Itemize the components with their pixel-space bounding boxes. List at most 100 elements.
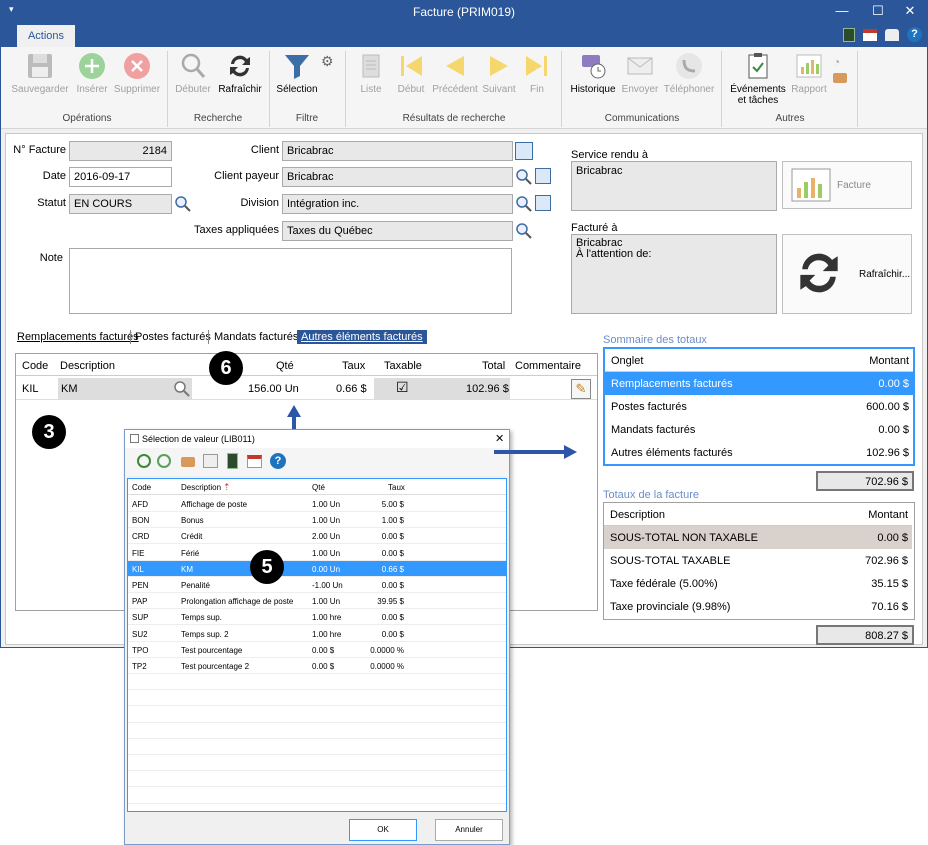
list-item[interactable]: KIL KM 0.00 Un 0.66 $ bbox=[128, 560, 506, 577]
col-qty[interactable]: Qté bbox=[312, 483, 325, 492]
lock-icon[interactable] bbox=[885, 29, 899, 41]
close-icon[interactable]: ✕ bbox=[895, 3, 925, 19]
toolbox-icon[interactable] bbox=[833, 73, 847, 83]
calendar-icon[interactable] bbox=[247, 455, 262, 468]
phone-button[interactable]: Téléphoner bbox=[661, 51, 717, 95]
taxes-field[interactable]: Taxes du Québec bbox=[282, 221, 513, 241]
service-field[interactable]: Bricabrac bbox=[571, 161, 777, 211]
maximize-icon[interactable]: ☐ bbox=[863, 3, 893, 19]
tab-posts[interactable]: Postes facturés bbox=[135, 331, 211, 343]
next-icon bbox=[490, 56, 508, 76]
note-textarea[interactable] bbox=[69, 248, 512, 314]
list-item[interactable]: PEN Penalité -1.00 Un 0.00 $ bbox=[128, 577, 506, 593]
summary-row-mandates[interactable]: Mandats facturés 0.00 $ bbox=[605, 418, 913, 441]
list-item bbox=[128, 674, 506, 691]
invoice-report-button[interactable]: Facture bbox=[782, 161, 912, 209]
previous-button[interactable]: Précédent bbox=[431, 51, 479, 95]
list-button[interactable]: Liste bbox=[353, 51, 389, 95]
table-row[interactable]: KIL KM 156.00 Un 0.66 $ ☑ 102.96 $ ✎ bbox=[16, 377, 597, 400]
list-item[interactable]: AFD Affichage de poste 1.00 Un 5.00 $ bbox=[128, 496, 506, 512]
tab-replacements[interactable]: Remplacements facturés bbox=[17, 331, 139, 343]
summary-row-replacements[interactable]: Remplacements facturés 0.00 $ bbox=[605, 372, 913, 395]
save-button[interactable]: Sauvegarder bbox=[9, 51, 71, 95]
delete-button[interactable]: Supprimer bbox=[111, 51, 163, 95]
search-next-icon[interactable] bbox=[157, 454, 171, 468]
list-item[interactable]: CRD Crédit 2.00 Un 0.00 $ bbox=[128, 528, 506, 545]
tab-mandates[interactable]: Mandats facturés bbox=[214, 331, 298, 343]
next-button[interactable]: Suivant bbox=[479, 51, 519, 95]
list-item[interactable]: SU2 Temps sup. 2 1.00 hre 0.00 $ bbox=[128, 626, 506, 642]
gear-icon[interactable]: ⚙ bbox=[321, 53, 334, 70]
division-search-icon[interactable] bbox=[515, 195, 533, 213]
selection-button[interactable]: Sélection bbox=[273, 51, 321, 95]
list-item bbox=[128, 739, 506, 755]
list-cell-rate: 0.0000 % bbox=[370, 662, 404, 671]
invoice-no-field[interactable]: 2184 bbox=[69, 141, 172, 161]
date-label: Date bbox=[42, 170, 66, 182]
insert-button[interactable]: Insérer bbox=[73, 51, 111, 95]
description-search-icon[interactable] bbox=[173, 380, 191, 398]
list-item[interactable]: TP2 Test pourcentage 2 0.00 $ 0.0000 % bbox=[128, 658, 506, 674]
chart-report-icon[interactable] bbox=[203, 454, 218, 468]
help-icon[interactable]: ? bbox=[270, 453, 286, 469]
taxable-checkbox[interactable]: ☑ bbox=[396, 379, 409, 396]
col-qty[interactable]: Qté bbox=[276, 360, 294, 372]
chart-report-icon bbox=[791, 168, 831, 202]
minimize-icon[interactable]: — bbox=[827, 3, 857, 18]
payer-open-icon[interactable] bbox=[535, 168, 551, 184]
group-filter: Filtre bbox=[295, 113, 319, 124]
status-search-icon[interactable] bbox=[174, 195, 192, 213]
col-description[interactable]: Description bbox=[60, 360, 115, 372]
col-code[interactable]: Code bbox=[132, 483, 151, 492]
calendar-icon[interactable] bbox=[863, 29, 877, 41]
cancel-button[interactable]: Annuler bbox=[435, 819, 503, 841]
col-total[interactable]: Total bbox=[482, 360, 505, 372]
help-icon[interactable]: ? bbox=[907, 27, 922, 42]
date-field[interactable]: 2016-09-17 bbox=[69, 167, 172, 187]
last-button[interactable]: Fin bbox=[519, 51, 555, 95]
col-rate[interactable]: Taux bbox=[388, 483, 405, 492]
client-open-icon[interactable] bbox=[515, 142, 533, 160]
division-open-icon[interactable] bbox=[535, 195, 551, 211]
client-field[interactable]: Bricabrac bbox=[282, 141, 513, 161]
list-cell-code: SU2 bbox=[132, 629, 148, 639]
col-description[interactable]: Description bbox=[181, 483, 221, 492]
tab-other-items[interactable]: Autres éléments facturés bbox=[297, 330, 427, 344]
taxes-search-icon[interactable] bbox=[515, 222, 533, 240]
edit-comment-icon[interactable]: ✎ bbox=[571, 379, 591, 399]
list-item[interactable]: TPO Test pourcentage 0.00 $ 0.0000 % bbox=[128, 642, 506, 658]
calculator-icon[interactable] bbox=[227, 453, 238, 469]
search-add-icon[interactable] bbox=[137, 454, 151, 468]
list-cell-code: AFD bbox=[132, 500, 148, 509]
summary-row-posts[interactable]: Postes facturés 600.00 $ bbox=[605, 395, 913, 418]
division-field[interactable]: Intégration inc. bbox=[282, 194, 513, 214]
billed-field[interactable]: Bricabrac À l'attention de: bbox=[571, 234, 777, 314]
events-tasks-button[interactable]: Événements et tâches bbox=[727, 51, 789, 106]
list-item[interactable]: FIE Férié 1.00 Un 0.00 $ bbox=[128, 545, 506, 561]
send-button[interactable]: Envoyer bbox=[621, 51, 659, 95]
payer-field[interactable]: Bricabrac bbox=[282, 167, 513, 187]
payer-search-icon[interactable] bbox=[515, 168, 533, 186]
list-item[interactable]: BON Bonus 1.00 Un 1.00 $ bbox=[128, 512, 506, 529]
refresh-button[interactable]: Rafraîchir bbox=[215, 51, 265, 95]
col-taxable[interactable]: Taxable bbox=[384, 360, 422, 372]
list-item[interactable]: PAP Prolongation affichage de poste 1.00 U… bbox=[128, 593, 506, 610]
ribbon-separator bbox=[561, 51, 562, 127]
toolbox-icon[interactable] bbox=[181, 457, 195, 467]
first-button[interactable]: Début bbox=[391, 51, 431, 95]
list-item[interactable]: SUP Temps sup. 1.00 hre 0.00 $ bbox=[128, 609, 506, 626]
status-field[interactable]: EN COURS bbox=[69, 194, 172, 214]
clock-icon[interactable]: ◔ bbox=[833, 55, 840, 69]
ok-button[interactable]: OK bbox=[349, 819, 417, 841]
refresh-address-button[interactable]: Rafraîchir... bbox=[782, 234, 912, 314]
start-search-button[interactable]: Débuter bbox=[171, 51, 215, 95]
summary-row-other[interactable]: Autres éléments facturés 102.96 $ bbox=[605, 441, 913, 464]
col-comment[interactable]: Commentaire bbox=[515, 360, 581, 372]
report-button[interactable]: Rapport bbox=[789, 51, 829, 95]
calculator-icon[interactable] bbox=[843, 28, 855, 42]
col-code[interactable]: Code bbox=[22, 360, 48, 372]
history-button[interactable]: Historique bbox=[565, 51, 621, 95]
tab-actions[interactable]: Actions bbox=[17, 25, 75, 47]
col-rate[interactable]: Taux bbox=[342, 360, 365, 372]
status-label: Statut bbox=[37, 197, 66, 209]
